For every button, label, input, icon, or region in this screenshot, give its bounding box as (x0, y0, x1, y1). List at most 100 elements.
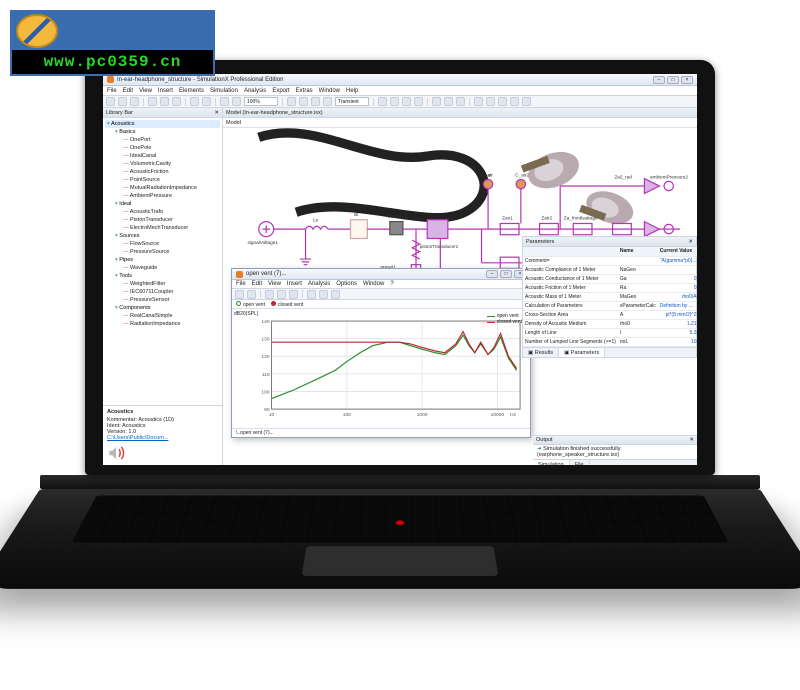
library-tree[interactable]: AcousticsBasicsOnePortOnePoleIdealCanalV… (103, 118, 222, 405)
chart-grid-icon[interactable] (307, 290, 316, 299)
library-header[interactable]: Library Bar✕ (103, 108, 222, 118)
chart-max-button[interactable] (500, 270, 512, 278)
tree-group[interactable]: Sources (105, 232, 220, 240)
cut-icon[interactable] (148, 97, 157, 106)
zoom-out-icon[interactable] (486, 97, 495, 106)
tree-group[interactable]: Tools (105, 272, 220, 280)
tree-item[interactable]: PressureSource (105, 248, 220, 256)
menu-elements[interactable]: Elements (179, 88, 204, 94)
pan-icon[interactable] (510, 97, 519, 106)
find-icon[interactable] (220, 97, 229, 106)
tree-item[interactable]: ElectroMechTransducer (105, 224, 220, 232)
tree-item[interactable]: VolumetricCavity (105, 160, 220, 168)
tree-item[interactable]: RealCanalSimple (105, 312, 220, 320)
play-icon[interactable] (378, 97, 387, 106)
chart-window[interactable]: open vent (7)... FileEditViewInsertAnaly… (231, 268, 531, 438)
menu-file[interactable]: File (107, 88, 117, 94)
save-icon[interactable] (130, 97, 139, 106)
chart-icon[interactable] (432, 97, 441, 106)
chart-menu-edit[interactable]: Edit (252, 281, 262, 287)
tree-item[interactable]: FlowSource (105, 240, 220, 248)
closed-vent-tab[interactable]: closed vent (271, 301, 303, 308)
tree-item[interactable]: AcousticTrafo (105, 208, 220, 216)
parameters-pin-icon[interactable]: ✕ (688, 237, 693, 247)
redo-icon[interactable] (202, 97, 211, 106)
pause-icon[interactable] (299, 97, 308, 106)
chart-menu-window[interactable]: Window (363, 281, 384, 287)
rewind-icon[interactable] (390, 97, 399, 106)
menu-help[interactable]: Help (346, 88, 358, 94)
chart-legend-icon[interactable] (319, 290, 328, 299)
tree-item[interactable]: PistonTransducer (105, 216, 220, 224)
menu-view[interactable]: View (139, 88, 152, 94)
tree-item[interactable]: WeightedFilter (105, 280, 220, 288)
chart-save-icon[interactable] (247, 290, 256, 299)
menu-analysis[interactable]: Analysis (244, 88, 266, 94)
menu-window[interactable]: Window (319, 88, 340, 94)
chart-menu-insert[interactable]: Insert (287, 281, 302, 287)
model-tab[interactable]: Model (In-ear-headphone_structure.isx) (223, 108, 697, 118)
param-row[interactable]: Acoustic Conductance of 1 MeterGa0(m³/s.… (523, 274, 697, 283)
tree-group[interactable]: Basics (105, 128, 220, 136)
tree-group[interactable]: Pipes (105, 256, 220, 264)
stop-icon[interactable] (311, 97, 320, 106)
tree-item[interactable]: OnePort (105, 136, 220, 144)
loop-icon[interactable] (414, 97, 423, 106)
menu-insert[interactable]: Insert (158, 88, 173, 94)
table-icon[interactable] (444, 97, 453, 106)
open-vent-tab[interactable]: open vent (236, 301, 265, 308)
param-row[interactable]: Length of Linel5.3mm (523, 328, 697, 337)
chart-min-button[interactable] (486, 270, 498, 278)
tree-group[interactable]: Ideal (105, 200, 220, 208)
params-tab[interactable]: ▣ Results (523, 348, 559, 357)
menu-extras[interactable]: Extras (296, 88, 313, 94)
zoom-in-icon[interactable] (474, 97, 483, 106)
chart-export-icon[interactable] (331, 290, 340, 299)
chart-menu-view[interactable]: View (268, 281, 281, 287)
param-row[interactable]: Acoustic Mass of 1 MeterMaGeorho0/Akg/..… (523, 292, 697, 301)
chart-zoom-icon[interactable] (265, 290, 274, 299)
library-path-link[interactable]: C:\Users\Public\Docum... (107, 435, 218, 441)
menu-simulation[interactable]: Simulation (210, 88, 238, 94)
copy-icon[interactable] (160, 97, 169, 106)
chart-menu-options[interactable]: Options (336, 281, 357, 287)
open-icon[interactable] (118, 97, 127, 106)
help-icon[interactable] (522, 97, 531, 106)
panel-pin-icon[interactable]: ✕ (214, 108, 219, 118)
chart-menu-?[interactable]: ? (390, 281, 393, 287)
param-row[interactable]: Number of Lumped Line Segments (>=1)noL1… (523, 337, 697, 346)
close-button[interactable] (681, 76, 693, 84)
undo-icon[interactable] (190, 97, 199, 106)
param-row[interactable]: Comment="A(gamma*p0)... (523, 256, 697, 265)
tree-item[interactable]: RadiationImpedance (105, 320, 220, 328)
param-row[interactable]: Acoustic Compliance of 1 MeterNaGeom³/..… (523, 265, 697, 274)
chart-cursor-icon[interactable] (289, 290, 298, 299)
maximize-button[interactable] (667, 76, 679, 84)
output-tab[interactable]: Simulation (533, 460, 570, 465)
tree-item[interactable]: OnePole (105, 144, 220, 152)
sim-mode-combo[interactable]: Transient (335, 97, 369, 106)
tree-item[interactable]: IdealCanal (105, 152, 220, 160)
fit-icon[interactable] (498, 97, 507, 106)
tree-item[interactable]: PressureSensor (105, 296, 220, 304)
param-row[interactable]: Acoustic Friction of 1 MeterRa0Pa/... (523, 283, 697, 292)
menu-export[interactable]: Export (272, 88, 289, 94)
run-icon[interactable] (287, 97, 296, 106)
minimize-button[interactable] (653, 76, 665, 84)
tree-item[interactable]: PointSource (105, 176, 220, 184)
tree-item[interactable]: MutualRadiationImpedance (105, 184, 220, 192)
chart-plot[interactable]: dB20(SPL) open vent closed vent 90100110… (232, 309, 530, 435)
param-row[interactable]: Density of Acoustic Mediumrho01.21kg/m³ (523, 319, 697, 328)
param-row[interactable]: Calculation of ParametersxParameterCalcD… (523, 301, 697, 310)
tree-item[interactable]: IEC60711Coupler (105, 288, 220, 296)
output-tab[interactable]: File (570, 460, 590, 465)
forward-icon[interactable] (402, 97, 411, 106)
tree-item[interactable]: AmbientPressure (105, 192, 220, 200)
new-icon[interactable] (106, 97, 115, 106)
tree-group[interactable]: Components (105, 304, 220, 312)
parameters-table[interactable]: NameCurrent ValueUnit Comment="A(gamma*p… (523, 247, 697, 347)
output-pin-icon[interactable]: ✕ (689, 435, 694, 445)
step-icon[interactable] (323, 97, 332, 106)
chart-open-icon[interactable] (235, 290, 244, 299)
chart-pan-icon[interactable] (277, 290, 286, 299)
